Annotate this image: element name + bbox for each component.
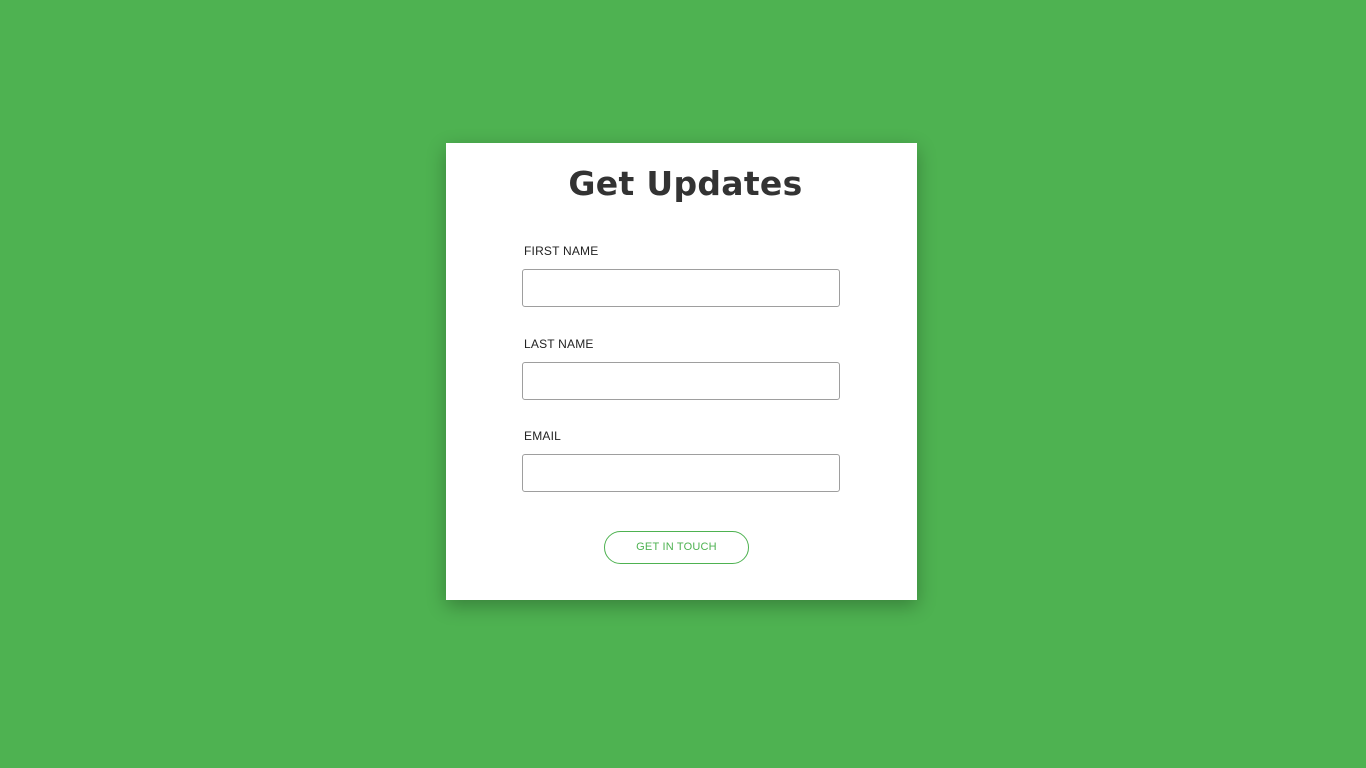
first-name-input[interactable] <box>522 269 840 307</box>
get-in-touch-button[interactable]: GET IN TOUCH <box>604 531 749 564</box>
form-title: Get Updates <box>568 164 803 203</box>
signup-card: Get Updates FIRST NAME LAST NAME EMAIL G… <box>446 143 917 600</box>
email-label: EMAIL <box>524 429 562 443</box>
last-name-input[interactable] <box>522 362 840 400</box>
first-name-label: FIRST NAME <box>524 244 599 258</box>
last-name-label: LAST NAME <box>524 337 594 351</box>
email-input[interactable] <box>522 454 840 492</box>
